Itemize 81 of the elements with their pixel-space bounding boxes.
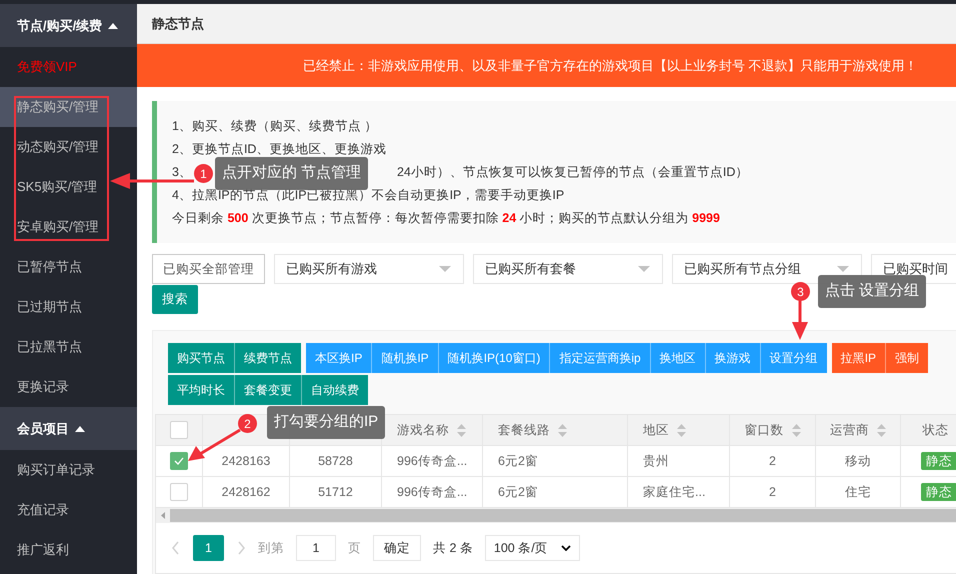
sort-icon[interactable] <box>558 424 567 436</box>
table-cell-text: 移动 <box>845 452 871 470</box>
status-badge: 静态 <box>921 452 956 470</box>
annotation-tooltip: 点击 设置分组 <box>818 275 926 308</box>
dropdown-caret-icon <box>638 266 650 272</box>
column-header: 运营商 <box>830 422 869 439</box>
page-input[interactable]: 1 <box>296 535 336 561</box>
sidebar-item[interactable]: 免费领VIP <box>0 47 137 87</box>
row-checkbox[interactable] <box>170 452 188 470</box>
filter-select[interactable]: 已购买所有游戏 <box>274 254 464 284</box>
sidebar-item[interactable]: 更换记录 <box>0 367 137 407</box>
toolbar-button[interactable]: 自动续费 <box>301 375 368 405</box>
filter-select[interactable]: 已购买所有套餐 <box>473 254 663 284</box>
notice-line: 今日剩余 500 次更换节点；节点暂停：每次暂停需要扣除 24 小时；购买的节点默认分组为 9999 <box>172 210 721 226</box>
manage-all-button[interactable]: 已购买全部管理 <box>152 254 265 284</box>
status-badge: 静态 <box>921 483 956 501</box>
column-header: 套餐线路 <box>498 422 550 439</box>
notice-line: 24小时）、节点恢复可以恢复已暂停的节点（会重置节点ID） <box>396 164 748 181</box>
sort-icon[interactable] <box>457 424 466 436</box>
table-cell-text: 6元2窗 <box>498 452 538 470</box>
table-cell-text: 住宅 <box>845 484 871 501</box>
sidebar-item[interactable]: 已拉黑节点 <box>0 327 137 367</box>
notice-line: 3、 <box>172 164 192 181</box>
toolbar-button[interactable]: 平均时长 <box>168 375 234 405</box>
page-unit-label: 页 <box>348 540 361 557</box>
sidebar-item[interactable]: 推广返利 <box>0 530 137 570</box>
column-header: 窗口数 <box>744 422 784 439</box>
annotation-tooltip: 打勾要分组的IP <box>267 406 386 439</box>
goto-label: 到第 <box>258 540 284 557</box>
table-cell-text: 2428163 <box>222 452 270 470</box>
table-cell-text: 6元2窗 <box>498 484 538 501</box>
sidebar-item[interactable]: 购买订单记录 <box>0 450 137 490</box>
select-all-checkbox[interactable] <box>170 421 188 439</box>
dropdown-caret-icon <box>837 266 849 272</box>
toolbar-button[interactable]: 套餐变更 <box>234 375 301 405</box>
sidebar-item[interactable]: 充值记录 <box>0 490 137 530</box>
table-cell-text: 2428162 <box>222 484 270 501</box>
toolbar-button[interactable]: 购买节点 <box>168 343 234 373</box>
sidebar-item[interactable]: 安卓购买/管理 <box>0 207 137 247</box>
sort-icon[interactable] <box>792 424 800 436</box>
row-checkbox[interactable] <box>170 483 188 501</box>
table-cell-text: 58728 <box>318 452 353 470</box>
warning-text: 已经禁止：非游戏应用使用、以及非量子官方存在的游戏项目【以上业务封号 不退款】只能用于游戏使用！ <box>303 56 918 75</box>
sidebar-group-header[interactable]: 会员项目 <box>0 407 137 450</box>
sort-icon[interactable] <box>677 424 686 436</box>
toolbar-button[interactable]: 续费节点 <box>234 343 301 373</box>
arrow <box>791 300 809 340</box>
column-header: 地区 <box>643 422 669 439</box>
column-header: 状态 <box>922 422 948 439</box>
sidebar-item[interactable]: 已暂停节点 <box>0 247 137 287</box>
step-badge: 3 <box>791 282 810 301</box>
table-cell-text: 家庭住宅... <box>643 484 706 501</box>
chevron-down-icon <box>560 545 571 551</box>
column-header: 游戏名称 <box>397 422 449 439</box>
sidebar-item[interactable]: SK5购买/管理 <box>0 167 137 207</box>
page-size-select[interactable]: 100 条/页 <box>484 535 580 561</box>
table-cell-text: 51712 <box>318 484 353 501</box>
filter-select[interactable]: 已购买所有节点分组 <box>672 254 862 284</box>
next-page-icon[interactable] <box>236 541 246 555</box>
previous-page-icon[interactable] <box>171 541 181 555</box>
confirm-button[interactable]: 确定 <box>373 535 421 561</box>
notice-line: 1、购买、续费（购买、续费节点 ） <box>172 118 378 134</box>
sort-icon[interactable] <box>877 424 886 436</box>
sidebar-item[interactable]: 静态购买/管理 <box>0 87 137 127</box>
checkmark-icon <box>174 457 184 465</box>
dropdown-caret-icon <box>439 266 451 272</box>
sidebar-item[interactable]: 已过期节点 <box>0 287 137 327</box>
current-page-button[interactable]: 1 <box>193 535 224 561</box>
page-title: 静态节点 <box>152 14 204 33</box>
search-button[interactable]: 搜索 <box>152 285 198 314</box>
table-cell-text: 996传奇盒... <box>397 452 468 470</box>
table-cell-text: 贵州 <box>643 452 669 470</box>
annotation-tooltip: 点开对应的 节点管理 <box>215 157 368 190</box>
notice-line: 2、更换节点ID、更换地区、更换游戏 <box>172 140 388 158</box>
table-cell-text: 996传奇盒... <box>397 484 468 501</box>
scrollbar-thumb[interactable] <box>170 509 956 522</box>
total-count: 共 2 条 <box>433 540 473 557</box>
sidebar-item[interactable]: 动态购买/管理 <box>0 127 137 167</box>
table-cell-text: 2 <box>769 452 776 470</box>
sidebar-group-header[interactable]: 节点/购买/续费 <box>0 4 137 47</box>
table-cell-text: 2 <box>769 484 776 501</box>
